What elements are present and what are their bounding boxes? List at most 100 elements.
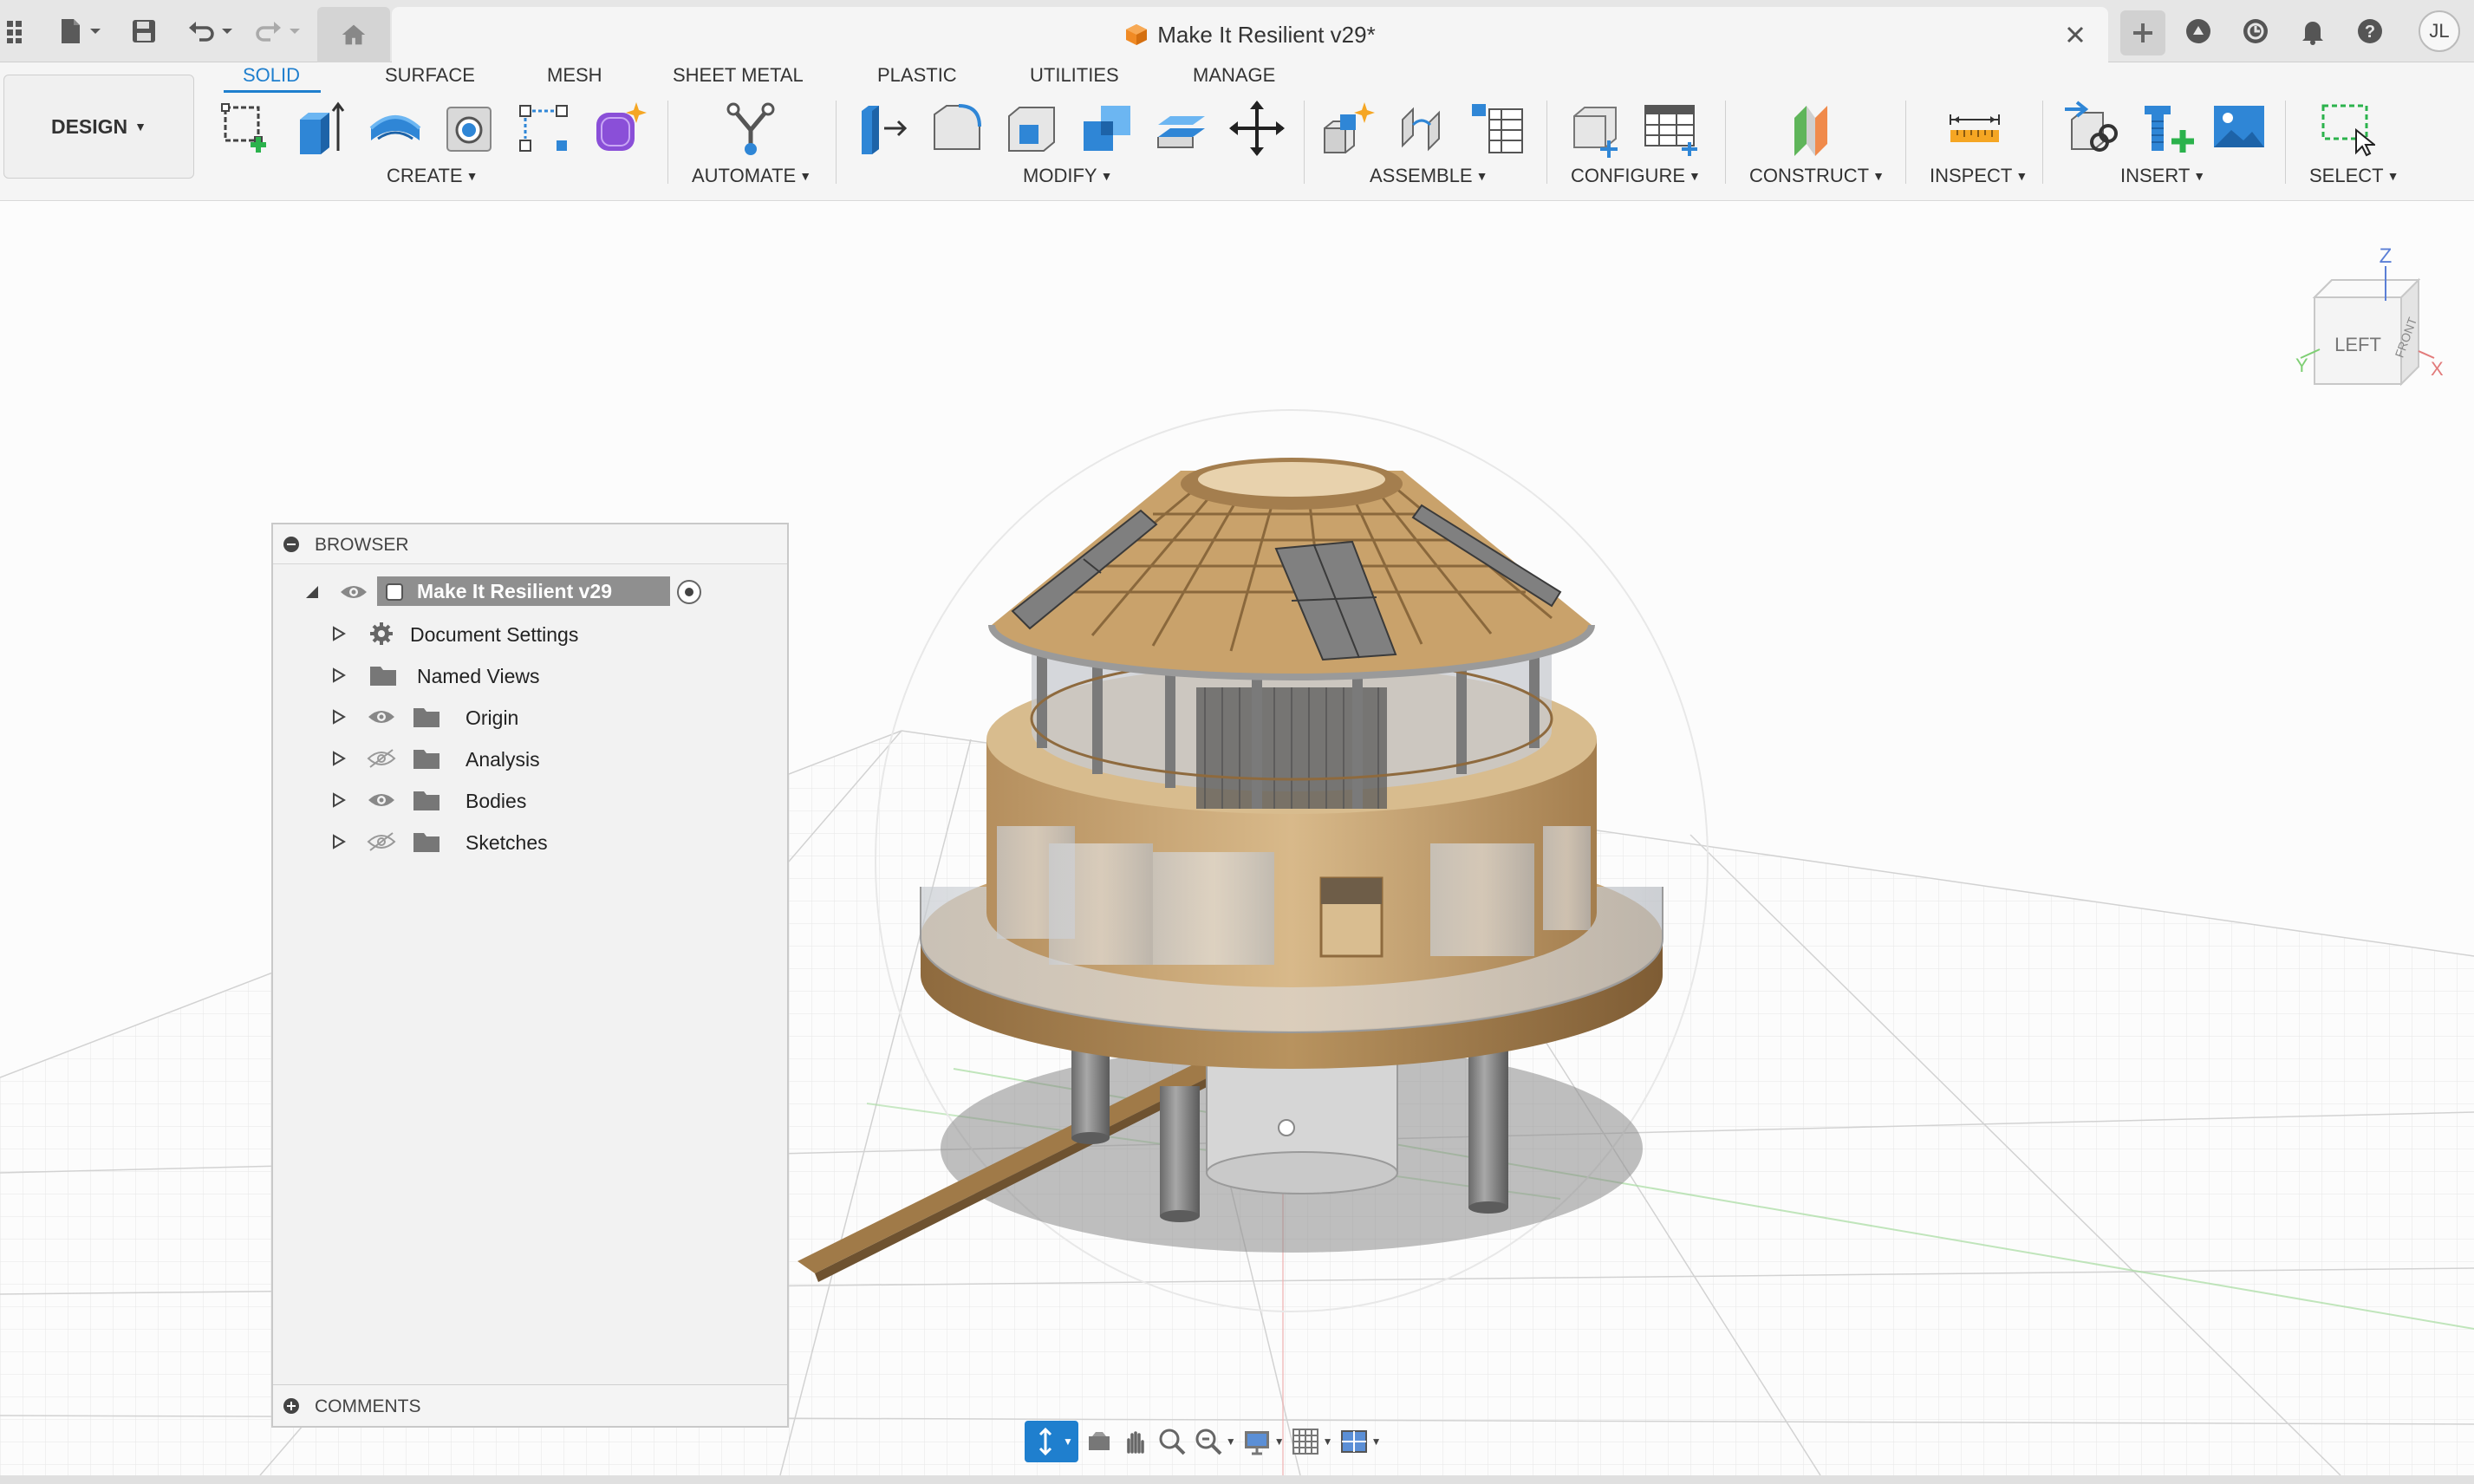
viewports-button[interactable]: ▼: [1338, 1421, 1381, 1462]
tab-mesh[interactable]: MESH: [547, 62, 602, 88]
roof[interactable]: [988, 458, 1595, 680]
origin-point[interactable]: [1278, 1119, 1295, 1136]
tab-manage[interactable]: MANAGE: [1193, 62, 1275, 88]
activate-component-radio[interactable]: [677, 580, 701, 604]
tab-utilities[interactable]: UTILITIES: [1030, 62, 1119, 88]
create-menu[interactable]: CREATE ▼: [387, 165, 478, 187]
expanded-triangle-icon[interactable]: [303, 583, 322, 602]
browser-header[interactable]: BROWSER: [273, 524, 787, 564]
view-cube[interactable]: Z LEFT FRONT Y X: [2280, 237, 2453, 410]
file-menu-icon[interactable]: [52, 12, 90, 50]
hidden-eye-icon[interactable]: [367, 831, 396, 852]
create-sketch-tool[interactable]: [215, 97, 277, 159]
fillet-tool[interactable]: [928, 97, 990, 159]
press-pull-icon: [862, 106, 908, 154]
browser-item-document-settings[interactable]: Document Settings: [273, 615, 787, 653]
shell-tool[interactable]: [1002, 97, 1064, 159]
modify-menu[interactable]: MODIFY ▼: [1023, 165, 1112, 187]
joint-tool[interactable]: [1392, 97, 1455, 159]
new-component-tool[interactable]: [1318, 97, 1380, 159]
notifications-bell-icon[interactable]: [2294, 12, 2332, 50]
insert-mcmaster-tool[interactable]: [2134, 97, 2197, 159]
combine-tool[interactable]: [1077, 97, 1139, 159]
browser-item-origin[interactable]: Origin: [273, 698, 787, 736]
press-pull-tool[interactable]: [853, 97, 915, 159]
help-icon[interactable]: ?: [2351, 12, 2389, 50]
revolve-tool[interactable]: [364, 97, 426, 159]
configure-design-tool[interactable]: [1566, 97, 1628, 159]
insert-menu[interactable]: INSERT ▼: [2120, 165, 2205, 187]
pattern-tool[interactable]: [513, 97, 576, 159]
collapsed-triangle-icon[interactable]: [329, 666, 348, 685]
root-component-label[interactable]: Make It Resilient v29: [377, 576, 670, 606]
redo-icon[interactable]: [250, 12, 288, 50]
look-at-button[interactable]: [1084, 1421, 1115, 1462]
browser-item-bodies[interactable]: Bodies: [273, 781, 787, 819]
browser-item-sketches[interactable]: Sketches: [273, 823, 787, 861]
undo-icon[interactable]: [182, 12, 220, 50]
app-grid-icon[interactable]: [0, 12, 38, 50]
fit-button[interactable]: ▼: [1193, 1421, 1236, 1462]
hidden-eye-icon[interactable]: [367, 748, 396, 769]
select-menu[interactable]: SELECT ▼: [2309, 165, 2399, 187]
insert-canvas-image-icon: [2214, 106, 2264, 147]
configuration-table-tool[interactable]: [1640, 97, 1703, 159]
comments-bar[interactable]: COMMENTS: [273, 1384, 787, 1426]
orbit-button[interactable]: ▼: [1025, 1421, 1078, 1462]
visibility-eye-icon[interactable]: [367, 790, 396, 810]
collapse-panel-icon[interactable]: [283, 537, 299, 552]
collapsed-triangle-icon[interactable]: [329, 749, 348, 768]
grid-settings-button[interactable]: ▼: [1290, 1421, 1333, 1462]
home-tab[interactable]: [317, 7, 390, 62]
document-tab[interactable]: Make It Resilient v29*: [392, 7, 2108, 62]
tab-plastic[interactable]: PLASTIC: [877, 62, 957, 88]
insert-canvas-tool[interactable]: [2209, 97, 2271, 159]
insert-derive-tool[interactable]: [2060, 97, 2122, 159]
expand-comments-icon[interactable]: [283, 1398, 299, 1414]
automate-tool[interactable]: [719, 97, 782, 159]
redo-caret-icon[interactable]: [286, 12, 303, 50]
3d-viewport[interactable]: Z LEFT FRONT Y X BROWSER Make It Resilie…: [0, 202, 2474, 1475]
zoom-button[interactable]: [1156, 1421, 1188, 1462]
job-status-icon[interactable]: [2236, 12, 2275, 50]
move-copy-tool[interactable]: [1226, 97, 1288, 159]
new-tab-button[interactable]: [2120, 10, 2165, 55]
visibility-eye-icon[interactable]: [339, 582, 368, 602]
collapsed-triangle-icon[interactable]: [329, 707, 348, 726]
undo-caret-icon[interactable]: [218, 12, 236, 50]
y-axis-label: Y: [2295, 355, 2308, 376]
create-form-tool[interactable]: [588, 97, 650, 159]
tab-solid[interactable]: SOLID: [243, 62, 300, 88]
pan-button[interactable]: [1120, 1421, 1151, 1462]
automate-menu[interactable]: AUTOMATE ▼: [692, 165, 811, 187]
extensions-icon[interactable]: [2179, 12, 2217, 50]
browser-item-analysis[interactable]: Analysis: [273, 739, 787, 778]
tab-surface[interactable]: SURFACE: [385, 62, 475, 88]
visibility-eye-icon[interactable]: [367, 706, 396, 727]
collapsed-triangle-icon[interactable]: [329, 832, 348, 851]
file-menu-caret-icon[interactable]: [87, 12, 104, 50]
measure-tool[interactable]: [1943, 97, 2006, 159]
offset-plane-tool[interactable]: [1784, 97, 1846, 159]
assemble-menu[interactable]: ASSEMBLE ▼: [1370, 165, 1488, 187]
offset-face-tool[interactable]: [1151, 97, 1214, 159]
construct-menu[interactable]: CONSTRUCT ▼: [1749, 165, 1885, 187]
configure-menu[interactable]: CONFIGURE ▼: [1571, 165, 1701, 187]
close-tab-icon[interactable]: [2063, 23, 2087, 47]
collapsed-triangle-icon[interactable]: [329, 624, 348, 643]
insert-bolt-icon: [2145, 106, 2194, 153]
browser-root-node[interactable]: Make It Resilient v29: [273, 573, 787, 611]
window-select-tool[interactable]: [2314, 97, 2377, 159]
tab-sheet-metal[interactable]: SHEET METAL: [673, 62, 804, 88]
hole-tool[interactable]: [439, 97, 501, 159]
bill-of-materials-tool[interactable]: [1467, 97, 1529, 159]
display-settings-button[interactable]: ▼: [1241, 1421, 1285, 1462]
workspace-switcher-button[interactable]: DESIGN ▼: [3, 75, 194, 179]
inspect-menu[interactable]: INSPECT ▼: [1930, 165, 2028, 187]
save-icon[interactable]: [125, 12, 163, 50]
caret-down-icon: ▼: [1872, 169, 1885, 183]
browser-item-named-views[interactable]: Named Views: [273, 656, 787, 694]
extrude-tool[interactable]: [290, 97, 352, 159]
user-avatar[interactable]: JL: [2419, 10, 2460, 52]
collapsed-triangle-icon[interactable]: [329, 791, 348, 810]
